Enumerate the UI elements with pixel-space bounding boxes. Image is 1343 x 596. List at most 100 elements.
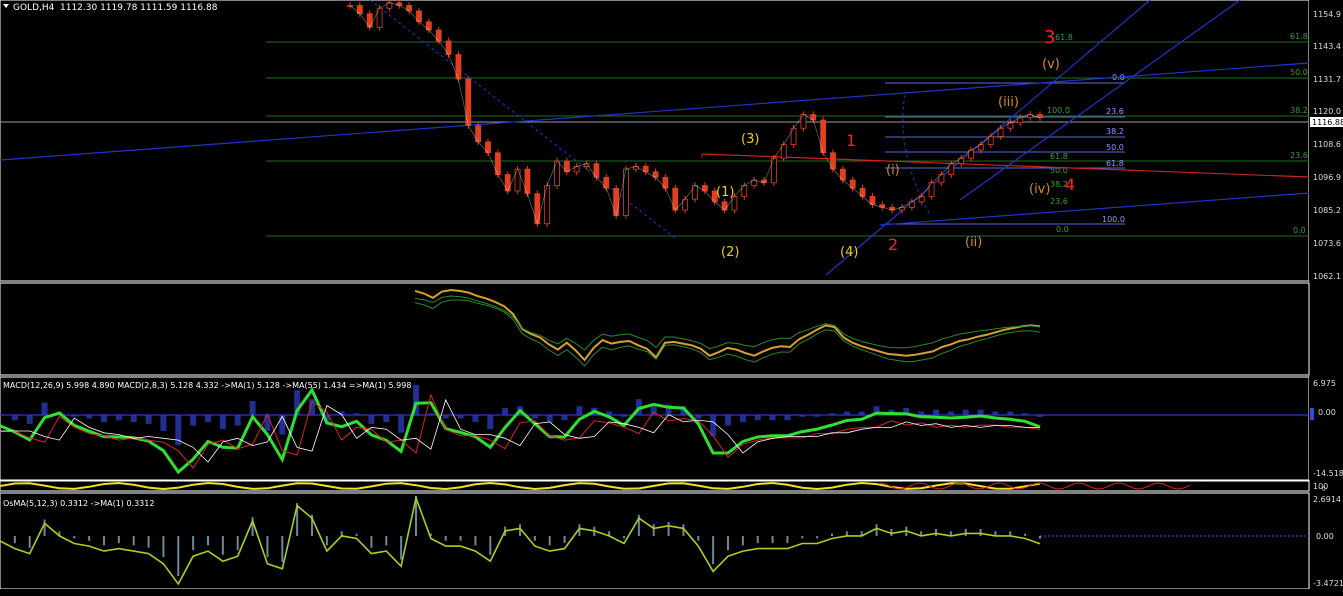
macd-tick-zero: 0.00 <box>1318 408 1336 417</box>
price-tick-7: 1073.6 <box>1313 239 1341 248</box>
osma-tick-bottom: -3.4721 <box>1313 579 1343 588</box>
fib-main-label-236: 23.6 <box>1290 151 1308 160</box>
macd-histogram-bar <box>858 411 865 415</box>
fib-main-label-00: 0.0 <box>1293 226 1306 235</box>
wave-red-3: 3 <box>1044 27 1055 48</box>
fib-main-label-618: 61.8 <box>1290 32 1308 41</box>
osma-tick-top: 2.6914 <box>1313 495 1341 504</box>
macd-zero-marker <box>1310 408 1314 420</box>
macd-histogram-bar <box>1037 415 1043 417</box>
macd-histogram-bar <box>725 415 731 426</box>
macd-tick-bottom: -14.518 <box>1313 469 1343 478</box>
macd-histogram-bar <box>383 415 390 423</box>
ohlc-label: 1112.30 1119.78 1111.59 1116.88 <box>60 3 218 13</box>
macd-histogram-bar <box>115 415 122 421</box>
price-tick-5: 1096.9 <box>1313 173 1341 182</box>
price-tick-6: 1085.2 <box>1313 206 1341 215</box>
wave-yellow-1: (1) <box>716 185 734 200</box>
macd-histogram-bar <box>531 415 538 419</box>
price-axis-ticks: 1154.9 1143.4 1131.7 1120.0 1108.6 1096.… <box>1310 10 1343 281</box>
wave-orange-iii: (iii) <box>998 95 1019 110</box>
wave-orange-ii: (ii) <box>965 235 982 250</box>
osma-header: OsMA(5,12,3) 0.3312 ->MA(1) 0.3312 <box>3 499 154 508</box>
fib-mini-label-0: 100.0 <box>1047 106 1070 115</box>
macd-histogram-bar <box>249 400 256 415</box>
macd-histogram-bar <box>130 415 137 423</box>
macd-histogram-bar <box>918 411 925 415</box>
fib-small-label-4: 61.8 <box>1106 159 1124 168</box>
macd-histogram-bar <box>487 415 494 430</box>
macd-histogram-bar <box>829 413 835 415</box>
fib-main-label-500: 50.0 <box>1290 68 1308 77</box>
macd-histogram-bar <box>992 411 999 415</box>
macd-histogram-bar <box>160 415 167 431</box>
macd-histogram-bar <box>279 415 286 435</box>
osma-pane[interactable] <box>0 492 1310 590</box>
macd-histogram-bar <box>86 415 93 419</box>
wave-red-1: 1 <box>846 131 856 150</box>
macd-tick-top: 6.975 <box>1313 379 1336 388</box>
macd-histogram-bar <box>962 409 969 415</box>
macd-histogram-bar <box>784 415 791 421</box>
macd-histogram-bar <box>145 415 152 424</box>
macd-histogram-bar <box>754 415 761 421</box>
trading-chart: 61.8 50.0 38.2 23.6 0.0 61.8 0.0 23.6 38… <box>0 0 1343 596</box>
price-tick-2: 1131.7 <box>1313 75 1341 84</box>
macd-histogram-bar <box>11 415 18 421</box>
wave-orange-iv: (iv) <box>1029 182 1050 197</box>
fib-main-label-382: 38.2 <box>1290 106 1308 115</box>
macd-histogram-bar <box>71 415 78 417</box>
fib-small-label-2: 38.2 <box>1106 127 1124 136</box>
macd-pane[interactable] <box>0 376 1310 481</box>
osma-tick-zero: 0.00 <box>1316 532 1334 541</box>
wave-yellow-2: (2) <box>721 245 739 260</box>
strip-tick-top: 100 <box>1313 482 1328 491</box>
price-tick-8: 1062.1 <box>1313 272 1341 281</box>
macd-histogram-bar <box>205 415 211 423</box>
macd-histogram-bar <box>621 415 627 417</box>
wave-orange-v: (v) <box>1042 57 1060 72</box>
macd-histogram-bar <box>769 415 776 421</box>
current-price-label: 1116.88 <box>1312 118 1343 127</box>
macd-histogram-bar <box>368 415 375 424</box>
fib-mini-label-5: 0.0 <box>1056 225 1069 234</box>
fib-mini-label-4: 23.6 <box>1050 197 1068 206</box>
macd-header: MACD(12,26,9) 5.998 4.890 MACD(2,8,3) 5.… <box>3 381 411 390</box>
fib-small-label-5: 100.0 <box>1102 215 1125 224</box>
macd-histogram-bar <box>1022 413 1029 415</box>
wave-orange-i: (i) <box>886 163 900 178</box>
strip-tick-bottom: 0 <box>1322 486 1326 493</box>
macd-histogram-bar <box>799 415 806 417</box>
macd-histogram-bar <box>814 415 821 417</box>
macd-histogram-bar <box>427 413 434 415</box>
macd-histogram-bar <box>398 415 405 433</box>
price-tick-3: 1120.0 <box>1313 107 1341 116</box>
macd-histogram-bar <box>546 415 553 423</box>
macd-histogram-bar <box>933 409 939 415</box>
chart-header: GOLD,H4 1112.30 1119.78 1111.59 1116.88 <box>3 3 218 13</box>
macd-histogram-bar <box>190 415 197 426</box>
macd-histogram-bar <box>977 409 984 415</box>
macd-histogram-bar <box>576 406 583 415</box>
fib-small-label-1: 23.6 <box>1106 107 1124 116</box>
macd-histogram-bar <box>442 415 449 419</box>
macd-histogram-bar <box>561 415 568 421</box>
macd-histogram-bar <box>472 415 479 423</box>
ma-pane[interactable] <box>0 282 1310 376</box>
macd-histogram-bar <box>219 415 226 430</box>
price-tick-0: 1154.9 <box>1313 10 1341 19</box>
macd-histogram-bar <box>695 415 702 419</box>
wave-yellow-3: (3) <box>741 132 759 147</box>
fib-mini-label-1: 61.8 <box>1050 152 1068 161</box>
wave-yellow-4: (4) <box>840 245 858 260</box>
wave-red-2: 2 <box>888 235 898 254</box>
macd-histogram-bar <box>234 415 241 426</box>
macd-histogram-bar <box>1007 411 1014 415</box>
fib-main-label-left: 61.8 <box>1055 33 1073 42</box>
macd-histogram-bar <box>710 415 717 437</box>
fib-small-label-3: 50.0 <box>1106 143 1124 152</box>
macd-histogram-bar <box>41 402 48 415</box>
macd-histogram-bar <box>843 411 850 415</box>
macd-histogram-bar <box>947 411 954 415</box>
price-tick-4: 1108.6 <box>1313 140 1341 149</box>
